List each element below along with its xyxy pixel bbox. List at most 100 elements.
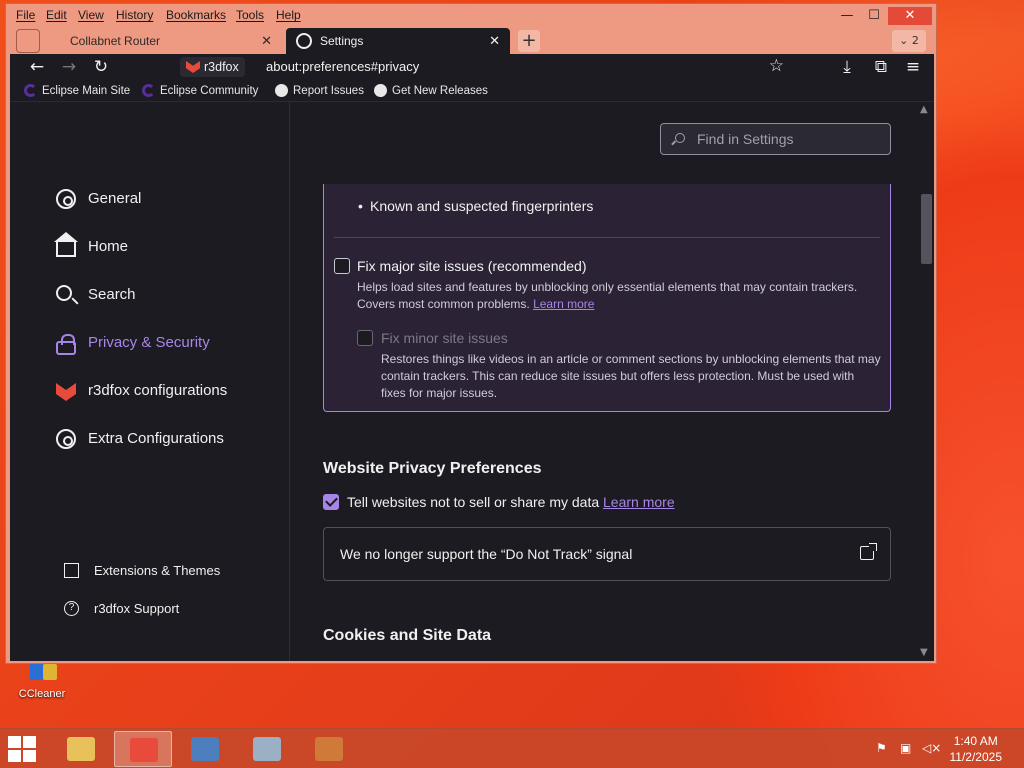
search-input[interactable]: Find in Settings <box>660 123 891 155</box>
menu-edit[interactable]: Edit <box>46 8 67 22</box>
scroll-thumb[interactable] <box>921 194 932 264</box>
support-link[interactable]: ? r3dfox Support <box>64 598 179 620</box>
downloads-button[interactable]: ⤓ <box>836 57 858 77</box>
identity-box[interactable]: r3dfox <box>180 57 245 77</box>
do-not-track-card[interactable]: We no longer support the “Do Not Track” … <box>323 527 891 581</box>
bookmark-label: Eclipse Community <box>160 85 259 97</box>
scroll-down-icon[interactable]: ▼ <box>920 647 928 658</box>
sidebar-item-label: General <box>88 190 142 207</box>
footer-label: Extensions & Themes <box>94 563 221 578</box>
browser-window: File Edit View History Bookmarks Tools H… <box>5 3 937 664</box>
url-text[interactable]: about:preferences#privacy <box>266 57 419 77</box>
menu-file[interactable]: File <box>16 8 35 22</box>
fix-minor-checkbox[interactable] <box>357 330 373 346</box>
menu-bookmarks[interactable]: Bookmarks <box>166 8 226 22</box>
fix-major-label[interactable]: Fix major site issues (recommended) <box>357 258 587 274</box>
sidebar-item-home[interactable]: Home <box>54 232 129 262</box>
folder-icon <box>67 737 95 761</box>
github-icon <box>275 84 288 97</box>
extensions-button[interactable]: ⧉ <box>870 57 892 77</box>
learn-more-link[interactable]: Learn more <box>533 297 594 311</box>
speaker-muted-icon[interactable]: ◁× <box>922 741 941 755</box>
gear-icon <box>56 429 76 449</box>
home-icon <box>54 232 78 257</box>
menu-help[interactable]: Help <box>276 8 301 22</box>
settings-main: Find in Settings Known and suspected fin… <box>291 102 917 661</box>
minimize-button[interactable]: — <box>832 7 862 25</box>
gpc-learn-more-link[interactable]: Learn more <box>603 494 675 510</box>
close-window-button[interactable]: ✕ <box>888 7 932 25</box>
start-button[interactable] <box>8 736 38 762</box>
scrollbar[interactable]: ▲ ▼ <box>918 102 934 661</box>
puzzle-icon <box>64 563 79 578</box>
sidebar-item-search[interactable]: Search <box>56 280 136 310</box>
r3dfox-icon <box>130 738 158 762</box>
network-icon[interactable]: ▣ <box>900 741 914 755</box>
new-tab-button[interactable]: + <box>518 30 540 52</box>
bookmark-get-new-releases[interactable]: Get New Releases <box>374 83 488 99</box>
fix-major-checkbox[interactable] <box>334 258 350 274</box>
tab-bar: Collabnet Router ✕ Settings ✕ + ⌄ 2 <box>10 28 934 54</box>
bookmarks-toolbar: Eclipse Main Site Eclipse Community Repo… <box>10 80 934 102</box>
clock-date: 11/2/2025 <box>949 750 1003 764</box>
flag-icon[interactable]: ⚑ <box>876 741 890 755</box>
bookmark-star-icon[interactable]: ☆ <box>769 56 784 76</box>
menu-view[interactable]: View <box>78 8 104 22</box>
sidebar-item-extra-configurations[interactable]: Extra Configurations <box>56 424 224 454</box>
tab-close-icon[interactable]: ✕ <box>489 28 500 54</box>
identity-label: r3dfox <box>204 60 239 74</box>
desktop-icon-ccleaner[interactable]: CCleaner <box>12 662 72 700</box>
tab-count: 2 <box>911 34 919 47</box>
tab-settings[interactable]: Settings ✕ <box>286 28 510 54</box>
app-menu-button[interactable]: ≡ <box>902 57 924 77</box>
extensions-themes-link[interactable]: Extensions & Themes <box>64 560 220 582</box>
taskbar-file-explorer[interactable] <box>52 731 110 767</box>
url-bar[interactable]: r3dfox about:preferences#privacy ☆ <box>176 56 788 78</box>
list-all-tabs-button[interactable]: ⌄ 2 <box>892 30 926 52</box>
taskbar-r3dfox[interactable] <box>114 731 172 767</box>
nav-bar: ← → ↻ r3dfox about:preferences#privacy ☆… <box>10 54 934 80</box>
lock-icon <box>56 334 76 355</box>
scroll-up-icon[interactable]: ▲ <box>920 104 928 115</box>
drive-icon <box>253 737 281 761</box>
dnt-text: We no longer support the “Do Not Track” … <box>340 546 633 562</box>
back-button[interactable]: ← <box>26 57 48 77</box>
settings-page: General Home Search Privacy & Security r… <box>10 102 934 661</box>
monitor-icon <box>191 737 219 761</box>
tab-close-icon[interactable]: ✕ <box>261 28 272 54</box>
sidebar-item-label: Extra Configurations <box>88 430 224 447</box>
taskbar: ⚑ ▣ ◁× 1:40 AM 11/2/2025 <box>0 728 1024 768</box>
sidebar-item-privacy-security[interactable]: Privacy & Security <box>56 328 210 358</box>
gpc-label[interactable]: Tell websites not to sell or share my da… <box>347 494 675 510</box>
bookmark-label: Report Issues <box>293 85 364 97</box>
reload-button[interactable]: ↻ <box>90 57 112 77</box>
sidebar-item-r3dfox-configurations[interactable]: r3dfox configurations <box>56 376 227 406</box>
search-icon <box>56 285 72 301</box>
bookmark-report-issues[interactable]: Report Issues <box>275 83 364 99</box>
tab-overview-icon[interactable] <box>16 29 40 53</box>
taskbar-ccleaner[interactable] <box>300 731 358 767</box>
divider <box>334 237 880 238</box>
external-link-icon[interactable] <box>860 543 877 560</box>
ccleaner-icon <box>315 737 343 761</box>
menu-history[interactable]: History <box>116 8 153 22</box>
bookmark-eclipse-community[interactable]: Eclipse Community <box>142 83 258 99</box>
sidebar-item-general[interactable]: General <box>56 184 141 214</box>
tab-collabnet-router[interactable]: Collabnet Router ✕ <box>58 28 282 54</box>
taskbar-monitor-app[interactable] <box>176 731 234 767</box>
help-icon: ? <box>64 601 79 616</box>
gear-icon <box>56 189 76 209</box>
fix-minor-label[interactable]: Fix minor site issues <box>381 330 508 346</box>
fix-major-description: Helps load sites and features by unblock… <box>357 280 858 311</box>
website-privacy-heading: Website Privacy Preferences <box>323 460 542 477</box>
clock-time: 1:40 AM <box>953 734 998 748</box>
bookmark-eclipse-main-site[interactable]: Eclipse Main Site <box>24 83 130 99</box>
sidebar-item-label: Home <box>88 238 129 255</box>
taskbar-drive-app[interactable] <box>238 731 296 767</box>
maximize-button[interactable]: ☐ <box>859 7 889 25</box>
gpc-checkbox[interactable] <box>323 494 339 510</box>
sidebar-item-label: Privacy & Security <box>88 334 210 351</box>
forward-button[interactable]: → <box>58 57 80 77</box>
clock[interactable]: 1:40 AM 11/2/2025 <box>950 733 1003 765</box>
menu-tools[interactable]: Tools <box>236 8 264 22</box>
